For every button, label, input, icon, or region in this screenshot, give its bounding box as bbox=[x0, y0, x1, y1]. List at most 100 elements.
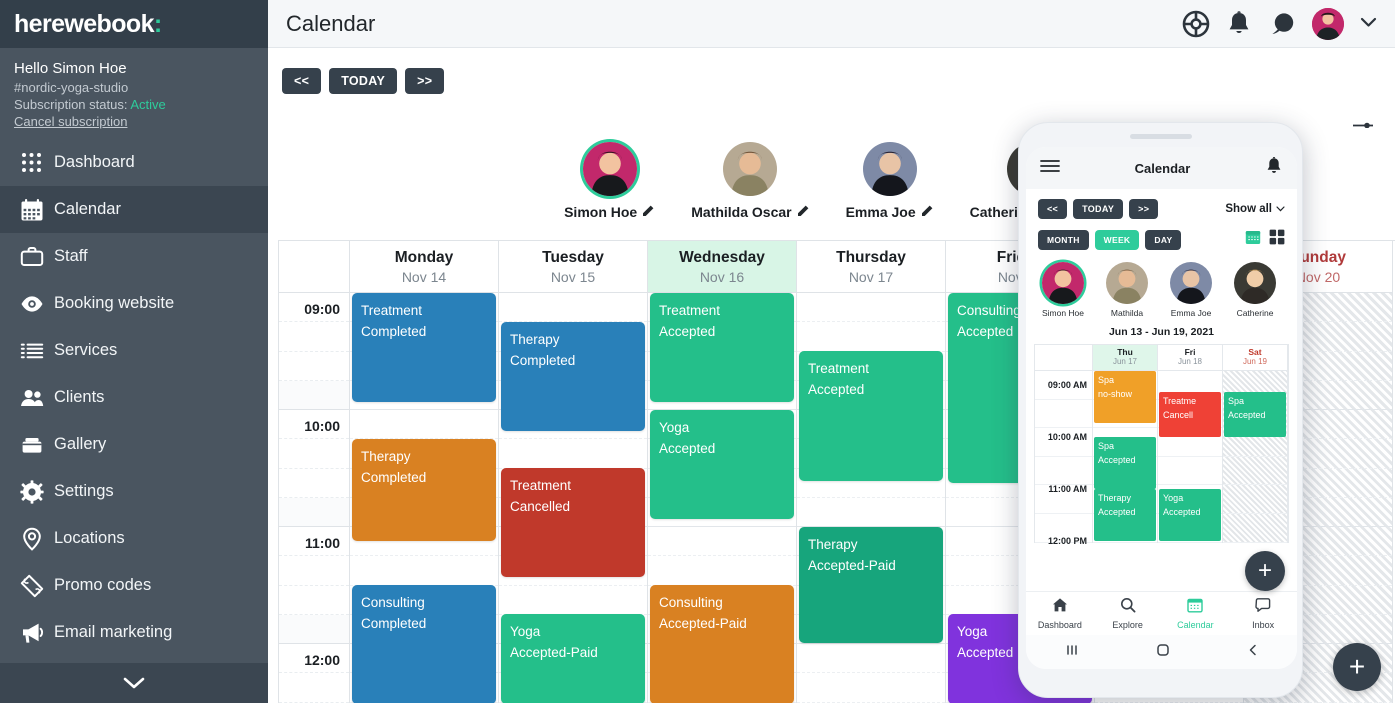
phone-slot[interactable] bbox=[1223, 485, 1287, 514]
phone-add-button[interactable]: + bbox=[1245, 551, 1285, 591]
sidebar-item-settings[interactable]: Settings bbox=[0, 468, 268, 515]
chevron-down-icon[interactable] bbox=[1360, 15, 1377, 33]
hamburger-icon[interactable] bbox=[1040, 159, 1060, 178]
slot[interactable] bbox=[797, 498, 945, 527]
phone-staff-mathilda[interactable]: Mathilda bbox=[1100, 262, 1154, 318]
sidebar-item-booking-website[interactable]: Booking website bbox=[0, 280, 268, 327]
calendar-view-icon[interactable] bbox=[1245, 229, 1261, 250]
calendar-event[interactable]: TherapyCompleted bbox=[501, 322, 645, 431]
slot[interactable] bbox=[499, 586, 647, 615]
recents-icon[interactable] bbox=[1064, 643, 1080, 662]
staff-avatar[interactable] bbox=[863, 142, 917, 196]
avatar[interactable] bbox=[1312, 8, 1344, 40]
slot[interactable] bbox=[499, 439, 647, 468]
slot[interactable] bbox=[499, 293, 647, 322]
calendar-event[interactable]: ConsultingAccepted-Paid bbox=[650, 585, 794, 703]
phone-day-column-thu[interactable]: Spano-show SpaAcceptedTherapyAccepted bbox=[1093, 371, 1158, 543]
phone-staff-simon-hoe[interactable]: Simon Hoe bbox=[1036, 262, 1090, 318]
bell-icon[interactable] bbox=[1226, 10, 1252, 38]
calendar-event[interactable]: YogaAccepted-Paid bbox=[501, 614, 645, 703]
phone-day-column-fri[interactable]: TreatmeCancellYogaAccepted bbox=[1158, 371, 1223, 543]
calendar-event[interactable]: TreatmentCancelled bbox=[501, 468, 645, 577]
staff-item-mathilda-oscar[interactable]: Mathilda Oscar bbox=[691, 142, 809, 220]
day-header-wednesday[interactable]: WednesdayNov 16 bbox=[648, 241, 797, 293]
phone-tab-explore[interactable]: Explore bbox=[1094, 597, 1162, 630]
day-column-monday[interactable]: TreatmentCompleted TherapyCompleted Consul… bbox=[350, 293, 499, 703]
day-column-wednesday[interactable]: TreatmentAcceptedYogaAccepted ConsultingA… bbox=[648, 293, 797, 703]
slot[interactable] bbox=[648, 527, 796, 556]
lifebuoy-icon[interactable] bbox=[1182, 10, 1210, 38]
slot[interactable] bbox=[648, 556, 796, 585]
today-button[interactable]: TODAY bbox=[329, 68, 397, 94]
calendar-event[interactable]: TreatmentCompleted bbox=[352, 293, 496, 402]
sidebar-item-email-marketing[interactable]: Email marketing bbox=[0, 609, 268, 656]
calendar-event[interactable]: TherapyCompleted bbox=[352, 439, 496, 541]
cancel-subscription-link[interactable]: Cancel subscription bbox=[14, 114, 254, 129]
phone-day-header-sat[interactable]: SatJun 19 bbox=[1223, 345, 1288, 371]
phone-slot[interactable] bbox=[1158, 457, 1222, 486]
phone-tab-inbox[interactable]: Inbox bbox=[1229, 597, 1297, 630]
phone-calendar-event[interactable]: TherapyAccepted bbox=[1094, 489, 1156, 541]
edit-icon[interactable] bbox=[921, 204, 934, 220]
sidebar-item-dashboard[interactable]: Dashboard bbox=[0, 139, 268, 186]
slot[interactable] bbox=[797, 322, 945, 351]
phone-staff-emma-joe[interactable]: Emma Joe bbox=[1164, 262, 1218, 318]
phone-today-button[interactable]: TODAY bbox=[1073, 199, 1123, 219]
phone-slot[interactable] bbox=[1223, 514, 1287, 543]
day-column-tuesday[interactable]: TherapyCompleted TreatmentCancelled YogaAc… bbox=[499, 293, 648, 703]
calendar-event[interactable]: ConsultingCompleted bbox=[352, 585, 496, 703]
day-header-tuesday[interactable]: TuesdayNov 15 bbox=[499, 241, 648, 293]
phone-show-all-dropdown[interactable]: Show all bbox=[1225, 203, 1285, 215]
phone-view-week[interactable]: WEEK bbox=[1095, 230, 1140, 250]
sidebar-item-locations[interactable]: Locations bbox=[0, 515, 268, 562]
grid-view-icon[interactable] bbox=[1269, 229, 1285, 250]
brand-logo[interactable]: herewebook: bbox=[14, 10, 162, 39]
staff-avatar[interactable] bbox=[583, 142, 637, 196]
edit-icon[interactable] bbox=[642, 204, 655, 220]
phone-calendar-event[interactable]: SpaAccepted bbox=[1224, 392, 1286, 437]
calendar-event[interactable]: TherapyAccepted-Paid bbox=[799, 527, 943, 643]
sidebar-item-gallery[interactable]: Gallery bbox=[0, 421, 268, 468]
phone-calendar-event[interactable]: YogaAccepted bbox=[1159, 489, 1221, 541]
sidebar-item-promo-codes[interactable]: Promo codes bbox=[0, 562, 268, 609]
staff-item-emma-joe[interactable]: Emma Joe bbox=[846, 142, 934, 220]
chat-icon[interactable] bbox=[1268, 10, 1296, 38]
prev-week-button[interactable]: << bbox=[282, 68, 321, 94]
calendar-event[interactable]: YogaAccepted bbox=[650, 410, 794, 519]
slot[interactable] bbox=[350, 556, 498, 585]
slot[interactable] bbox=[797, 293, 945, 322]
phone-day-header-fri[interactable]: FriJun 18 bbox=[1158, 345, 1223, 371]
phone-prev-button[interactable]: << bbox=[1038, 199, 1067, 219]
phone-tab-dashboard[interactable]: Dashboard bbox=[1026, 597, 1094, 630]
phone-staff-avatar[interactable] bbox=[1234, 262, 1276, 304]
slot[interactable] bbox=[797, 644, 945, 673]
phone-view-day[interactable]: DAY bbox=[1145, 230, 1181, 250]
phone-staff-avatar[interactable] bbox=[1170, 262, 1212, 304]
next-week-button[interactable]: >> bbox=[405, 68, 444, 94]
phone-staff-avatar[interactable] bbox=[1042, 262, 1084, 304]
phone-day-column-sat[interactable]: SpaAccepted bbox=[1223, 371, 1288, 543]
sidebar-item-clients[interactable]: Clients bbox=[0, 374, 268, 421]
day-header-thursday[interactable]: ThursdayNov 17 bbox=[797, 241, 946, 293]
slot[interactable] bbox=[350, 410, 498, 439]
phone-staff-catherine[interactable]: Catherine bbox=[1228, 262, 1282, 318]
staff-avatar[interactable] bbox=[723, 142, 777, 196]
phone-tab-calendar[interactable]: Calendar bbox=[1162, 597, 1230, 630]
sidebar-item-services[interactable]: Services bbox=[0, 327, 268, 374]
back-icon[interactable] bbox=[1246, 643, 1260, 662]
sidebar-collapse-button[interactable] bbox=[0, 663, 268, 703]
sidebar-item-calendar[interactable]: Calendar bbox=[0, 186, 268, 233]
phone-staff-avatar[interactable] bbox=[1106, 262, 1148, 304]
phone-slot[interactable] bbox=[1223, 457, 1287, 486]
phone-calendar-event[interactable]: SpaAccepted bbox=[1094, 437, 1156, 489]
slot[interactable] bbox=[797, 673, 945, 702]
phone-calendar-event[interactable]: Spano-show bbox=[1094, 371, 1156, 423]
day-header-monday[interactable]: MondayNov 14 bbox=[350, 241, 499, 293]
bell-icon[interactable] bbox=[1265, 156, 1283, 181]
add-booking-button[interactable]: + bbox=[1333, 643, 1381, 691]
day-column-thursday[interactable]: TreatmentAcceptedTherapyAccepted-Paid bbox=[797, 293, 946, 703]
phone-next-button[interactable]: >> bbox=[1129, 199, 1158, 219]
sidebar-item-staff[interactable]: Staff bbox=[0, 233, 268, 280]
phone-day-header-thu[interactable]: ThuJun 17 bbox=[1093, 345, 1158, 371]
calendar-event[interactable]: TreatmentAccepted bbox=[650, 293, 794, 402]
